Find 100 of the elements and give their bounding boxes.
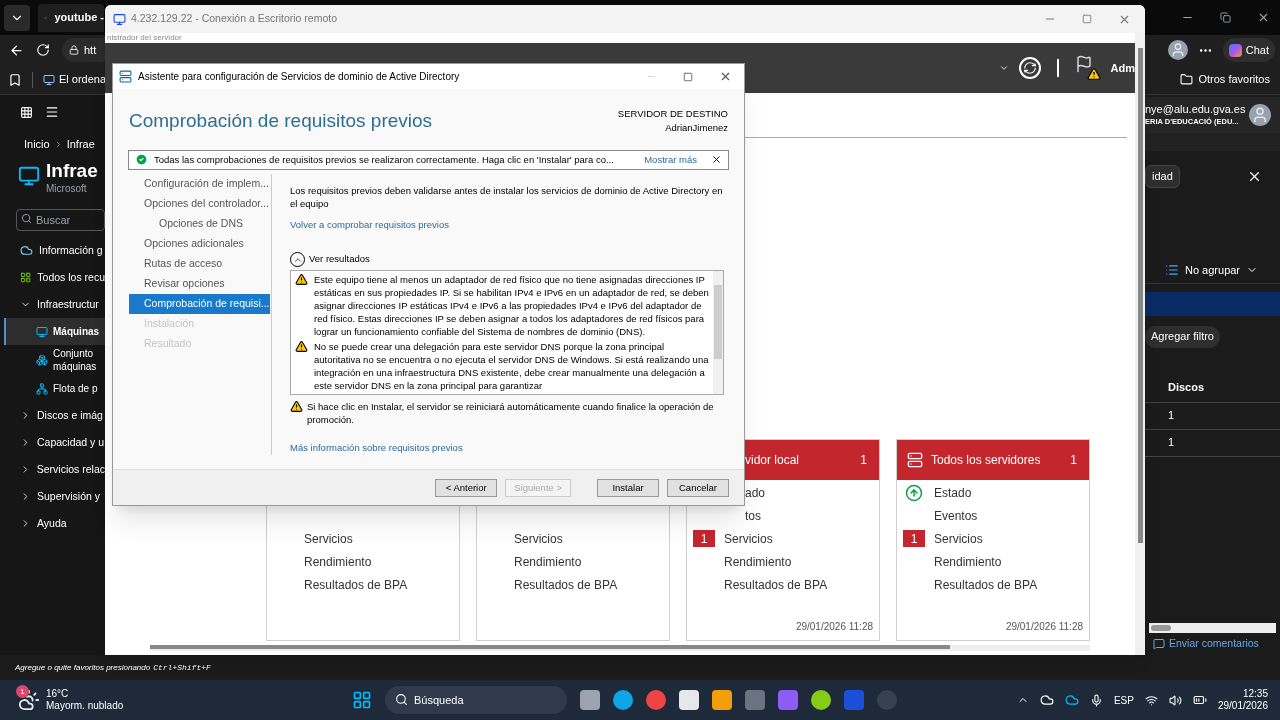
- browser-tab[interactable]: youtube -: [38, 3, 104, 32]
- restore-icon[interactable]: [1220, 12, 1231, 23]
- result-message: No se puede crear una delegación para este servidor DNS porque la zona principal autoritativa no se encuentra o no ejecuta el servidor DNS de Windows. Si está realizando una integración en una infraestructura DNS existente, debe crear manualmente una delegación a este servidor DNS en la zona principal para garantizar: [314, 340, 710, 392]
- wizard-step[interactable]: Opciones de DNS: [129, 213, 270, 234]
- tile-row-link[interactable]: Servicios: [934, 529, 983, 548]
- taskbar-app-icon[interactable]: [679, 690, 699, 710]
- tile-row-link[interactable]: Rendimiento: [934, 552, 1002, 571]
- address-bar[interactable]: htt: [62, 38, 105, 62]
- chat-button[interactable]: Chat: [1222, 38, 1275, 62]
- favorite-link[interactable]: El ordena: [43, 71, 107, 88]
- close-icon[interactable]: [1257, 11, 1270, 24]
- taskbar-app-icon[interactable]: [646, 690, 666, 710]
- wizard-step[interactable]: Opciones adicionales: [129, 233, 270, 254]
- breadcrumb-link[interactable]: Inicio: [24, 135, 50, 153]
- tile-row-link[interactable]: Rendimiento: [724, 552, 792, 571]
- flag-warning-icon[interactable]: [1074, 55, 1101, 81]
- nav-item[interactable]: Infraestructur: [4, 291, 105, 318]
- taskbar-search-field[interactable]: Búsqueda: [385, 686, 567, 714]
- filter-chip[interactable]: idad: [1145, 165, 1180, 188]
- back-icon[interactable]: [9, 42, 24, 58]
- page-title: Infrae: [46, 159, 98, 183]
- dialog-button[interactable]: Instalar: [597, 478, 659, 497]
- app-title: nistrador del servidor: [107, 34, 182, 42]
- battery-icon[interactable]: [1192, 693, 1207, 707]
- tile-row-link[interactable]: Resultados de BPA: [304, 575, 408, 594]
- clock-date: 29/01/2026: [1217, 700, 1268, 712]
- dropdown-caret-icon[interactable]: [998, 63, 1009, 73]
- horizontal-scrollbar[interactable]: [150, 645, 1090, 651]
- nav-item[interactable]: Capacidad y u: [4, 429, 105, 456]
- tile-row-link[interactable]: Rendimiento: [514, 552, 582, 571]
- tile-row-link[interactable]: Servicios: [514, 529, 563, 548]
- close-icon[interactable]: [711, 154, 722, 166]
- input-language[interactable]: ESP: [1113, 692, 1134, 708]
- target-server-label: SERVIDOR DE DESTINO: [617, 107, 728, 121]
- account-avatar-icon[interactable]: [1249, 104, 1272, 126]
- tile-row-link[interactable]: Resultados de BPA: [514, 575, 618, 594]
- reload-icon[interactable]: [36, 43, 50, 57]
- dialog-button[interactable]: < Anterior: [435, 478, 498, 497]
- tile-row-link[interactable]: Resultados de BPA: [934, 575, 1038, 594]
- collections-icon[interactable]: [8, 72, 22, 87]
- wizard-step[interactable]: Opciones del controlador...: [129, 193, 270, 214]
- tile-row-link[interactable]: ado: [745, 483, 766, 502]
- nav-item[interactable]: Servicios relac: [4, 456, 105, 483]
- wizard-step[interactable]: Comprobación de requisi...: [129, 293, 270, 314]
- wifi-icon[interactable]: [1144, 693, 1158, 707]
- start-icon[interactable]: [352, 690, 372, 710]
- horizontal-scrollbar[interactable]: [1149, 623, 1276, 633]
- taskbar-app-icon[interactable]: [580, 690, 600, 710]
- tile-row-link[interactable]: tos: [745, 506, 761, 525]
- other-favorites-link[interactable]: Otros favoritos: [1180, 71, 1280, 88]
- refresh-icon[interactable]: [1018, 57, 1041, 79]
- tile-row-link[interactable]: Servicios: [304, 529, 353, 548]
- search-field[interactable]: Buscar: [16, 209, 105, 231]
- breadcrumb-link[interactable]: Infrae: [66, 135, 95, 153]
- tile-row-link[interactable]: Servicios: [724, 529, 773, 548]
- account-email: nye@alu.edu.gva.es: [1145, 102, 1246, 116]
- menu-icon[interactable]: [45, 105, 59, 119]
- nav-item[interactable]: Supervisión y: [4, 483, 105, 510]
- page-heading: Comprobación de requisitos previos: [129, 109, 433, 133]
- wizard-step[interactable]: Configuración de implem...: [129, 173, 270, 194]
- tile-row-link[interactable]: Estado: [934, 483, 972, 502]
- taskbar-app-icon[interactable]: [811, 690, 831, 710]
- servers-icon: [907, 452, 923, 468]
- wizard-step[interactable]: Rutas de acceso: [129, 253, 270, 274]
- profile-avatar-icon[interactable]: [1167, 40, 1188, 60]
- wizard-step[interactable]: Revisar opciones: [129, 273, 270, 294]
- microphone-icon[interactable]: [1089, 693, 1103, 707]
- feedback-link[interactable]: Enviar comentarios: [1145, 633, 1280, 655]
- taskbar-app-icon[interactable]: [712, 690, 732, 710]
- add-filter-button[interactable]: Agregar filtro: [1145, 325, 1220, 348]
- vertical-scrollbar[interactable]: [713, 271, 723, 394]
- taskbar-app-icon[interactable]: [613, 690, 633, 710]
- check-icon: [135, 153, 148, 167]
- cloud-icon[interactable]: [1064, 693, 1079, 707]
- show-more-link[interactable]: Mostrar más: [644, 152, 697, 167]
- tab-list-button[interactable]: [4, 4, 30, 31]
- nav-item[interactable]: Información g: [4, 237, 105, 264]
- cloud-icon: [20, 244, 33, 257]
- monitor-icon: [18, 165, 40, 187]
- close-icon[interactable]: [719, 70, 732, 83]
- vertical-scrollbar[interactable]: [1135, 33, 1145, 655]
- nav-item[interactable]: Máquinas: [4, 318, 105, 345]
- dialog-button[interactable]: Cancelar: [667, 478, 729, 497]
- tile-row-link[interactable]: Resultados de BPA: [724, 575, 828, 594]
- user-menu[interactable]: Adm: [1110, 59, 1135, 77]
- maximize-icon[interactable]: [683, 71, 693, 82]
- cloud-icon[interactable]: [1039, 693, 1054, 707]
- nav-item[interactable]: Flota de p: [4, 375, 105, 402]
- notification-badge: 1: [16, 685, 29, 698]
- app-launcher-icon[interactable]: [20, 105, 33, 119]
- tile-row-link[interactable]: Rendimiento: [304, 552, 372, 571]
- nav-item[interactable]: Ayuda: [4, 510, 105, 537]
- nav-item[interactable]: Discos e imág: [4, 402, 105, 429]
- recheck-link[interactable]: Volver a comprobar requisitos previos: [290, 217, 724, 232]
- volume-icon[interactable]: [1168, 693, 1182, 707]
- nav-item[interactable]: Conjunto máquinas: [4, 345, 105, 375]
- tile-row-link[interactable]: Eventos: [934, 506, 978, 525]
- monitor-icon: [43, 73, 55, 86]
- nav-item[interactable]: Todos los recu: [4, 264, 105, 291]
- count-badge: 1: [903, 530, 925, 547]
